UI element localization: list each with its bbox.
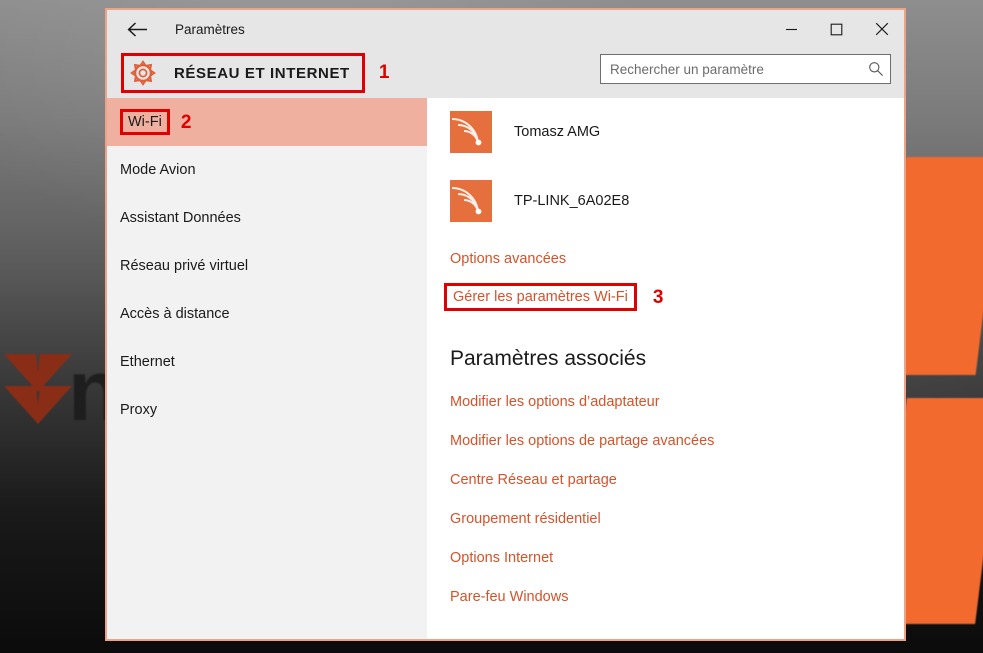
maximize-icon [830, 23, 843, 35]
minimize-button[interactable] [769, 10, 814, 48]
sidebar-item-label: Mode Avion [120, 162, 196, 178]
content-pane: Tomasz AMG TP-LINK_6A02E8 Options avancé… [427, 98, 904, 639]
network-name: Tomasz AMG [514, 124, 601, 140]
related-settings-title: Paramètres associés [450, 347, 647, 370]
manage-wifi-settings-link[interactable]: Gérer les paramètres Wi-Fi [444, 283, 637, 311]
related-link-partage-avance[interactable]: Modifier les options de partage avancées [450, 433, 714, 449]
sidebar-item-ethernet[interactable]: Ethernet [107, 338, 427, 386]
back-button[interactable] [115, 14, 159, 44]
wallpaper-chevron-logo-left [4, 354, 72, 424]
related-link-centre-reseau[interactable]: Centre Réseau et partage [450, 472, 617, 488]
network-item[interactable]: TP-LINK_6A02E8 [450, 173, 904, 229]
window-body: Wi-Fi 2 Mode Avion Assistant Données Rés… [107, 98, 904, 639]
related-link-options-internet[interactable]: Options Internet [450, 550, 553, 566]
sidebar-item-reseau-prive-virtuel[interactable]: Réseau privé virtuel [107, 242, 427, 290]
window-title: Paramètres [175, 21, 245, 37]
sidebar-item-label: Wi-Fi [120, 109, 170, 135]
advanced-options-link[interactable]: Options avancées [450, 251, 566, 267]
sidebar-item-acces-a-distance[interactable]: Accès à distance [107, 290, 427, 338]
settings-window: Paramètres RÉSEAU ET INTERNET 1 Recherch… [105, 8, 906, 641]
sidebar-item-label: Assistant Données [120, 210, 241, 226]
sidebar-item-label: Ethernet [120, 354, 175, 370]
back-arrow-icon [127, 21, 147, 37]
close-icon [875, 22, 888, 36]
network-item[interactable]: Tomasz AMG [450, 104, 904, 160]
sidebar-item-assistant-donnees[interactable]: Assistant Données [107, 194, 427, 242]
wifi-signal-icon [450, 180, 492, 222]
sidebar-nav: Wi-Fi 2 Mode Avion Assistant Données Rés… [107, 98, 427, 639]
annotation-number-3: 3 [652, 286, 664, 308]
title-bar: Paramètres [107, 10, 904, 48]
category-title: RÉSEAU ET INTERNET [174, 64, 350, 82]
search-icon [862, 61, 890, 77]
annotation-number-2: 2 [180, 111, 192, 133]
annotation-number-1: 1 [378, 61, 390, 83]
search-box[interactable] [600, 54, 891, 84]
maximize-button[interactable] [814, 10, 859, 48]
desktop-background: n Paramètres RÉSEAU ET INTERNET 1 Recher… [0, 0, 983, 653]
sidebar-item-label: Réseau privé virtuel [120, 258, 249, 274]
category-header-row: RÉSEAU ET INTERNET 1 [107, 48, 904, 98]
search-input[interactable] [601, 55, 862, 83]
window-controls [769, 10, 904, 48]
network-name: TP-LINK_6A02E8 [514, 193, 630, 209]
wifi-signal-icon [450, 111, 492, 153]
related-link-pare-feu[interactable]: Pare-feu Windows [450, 589, 568, 605]
sidebar-item-proxy[interactable]: Proxy [107, 386, 427, 434]
related-link-adaptateur[interactable]: Modifier les options d’adaptateur [450, 394, 660, 410]
gear-icon [130, 60, 156, 86]
minimize-icon [786, 28, 797, 30]
close-button[interactable] [859, 10, 904, 48]
category-header[interactable]: RÉSEAU ET INTERNET [121, 53, 365, 93]
sidebar-item-label: Proxy [120, 402, 158, 418]
related-link-groupement-residentiel[interactable]: Groupement résidentiel [450, 511, 601, 527]
sidebar-item-label: Accès à distance [120, 306, 230, 322]
sidebar-item-mode-avion[interactable]: Mode Avion [107, 146, 427, 194]
sidebar-item-wifi[interactable]: Wi-Fi 2 [107, 98, 427, 146]
